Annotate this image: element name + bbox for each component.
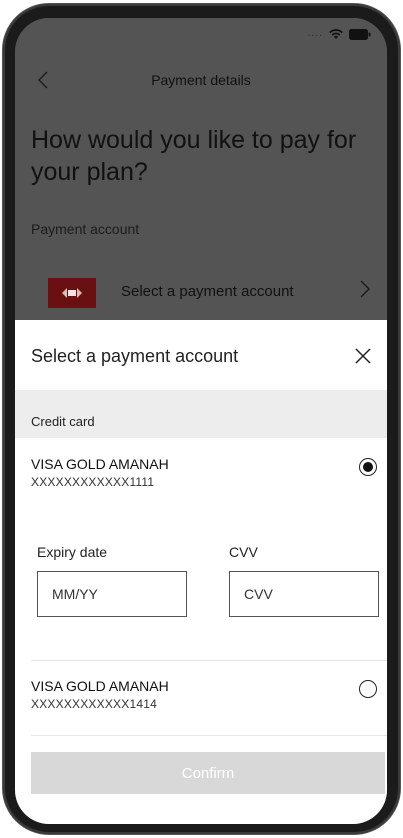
select-account-label: Select a payment account [121, 283, 294, 300]
credit-card-group-header: Credit card [15, 390, 387, 438]
select-account-row[interactable]: Select a payment account [31, 270, 371, 314]
bank-logo [48, 278, 96, 308]
wifi-icon [328, 28, 344, 40]
nav-title: Payment details [151, 72, 251, 88]
nav-bar: Payment details [15, 60, 387, 100]
cvv-input[interactable] [229, 571, 379, 617]
group-header-label: Credit card [31, 414, 95, 429]
card-name: VISA GOLD AMANAH [31, 678, 169, 694]
card-number: XXXXXXXXXXXX1111 [31, 475, 155, 489]
expiry-date-input[interactable] [37, 571, 187, 617]
radio-selected-dot [363, 462, 373, 472]
signal-indicator: .... [307, 29, 323, 39]
payment-account-label: Payment account [31, 221, 140, 237]
divider [31, 735, 387, 736]
card-name: VISA GOLD AMANAH [31, 456, 169, 472]
card-option-1[interactable]: VISA GOLD AMANAH XXXXXXXXXXXX1111 Expiry… [15, 438, 387, 650]
battery-icon [349, 28, 371, 40]
chevron-right-icon [359, 280, 371, 303]
sheet-header: Select a payment account [15, 320, 387, 390]
card-option-2[interactable]: VISA GOLD AMANAH XXXXXXXXXXXX1414 [15, 670, 387, 730]
screen: .... Payment details How would you like … [15, 18, 387, 824]
divider [31, 660, 387, 661]
confirm-button[interactable]: Confirm [31, 752, 385, 794]
card-number: XXXXXXXXXXXX1414 [31, 697, 157, 711]
card-2-radio[interactable] [359, 680, 377, 698]
close-button[interactable] [351, 344, 375, 368]
phone-frame: .... Payment details How would you like … [0, 0, 403, 838]
status-bar: .... [308, 26, 371, 42]
cvv-label: CVV [229, 544, 258, 560]
page-heading: How would you like to pay for your plan? [31, 126, 357, 186]
payment-account-sheet: Select a payment account Credit card VIS… [15, 320, 387, 824]
sheet-title: Select a payment account [31, 346, 239, 366]
close-icon [355, 348, 371, 364]
card-1-radio[interactable] [359, 458, 377, 476]
expiry-date-label: Expiry date [37, 544, 108, 560]
